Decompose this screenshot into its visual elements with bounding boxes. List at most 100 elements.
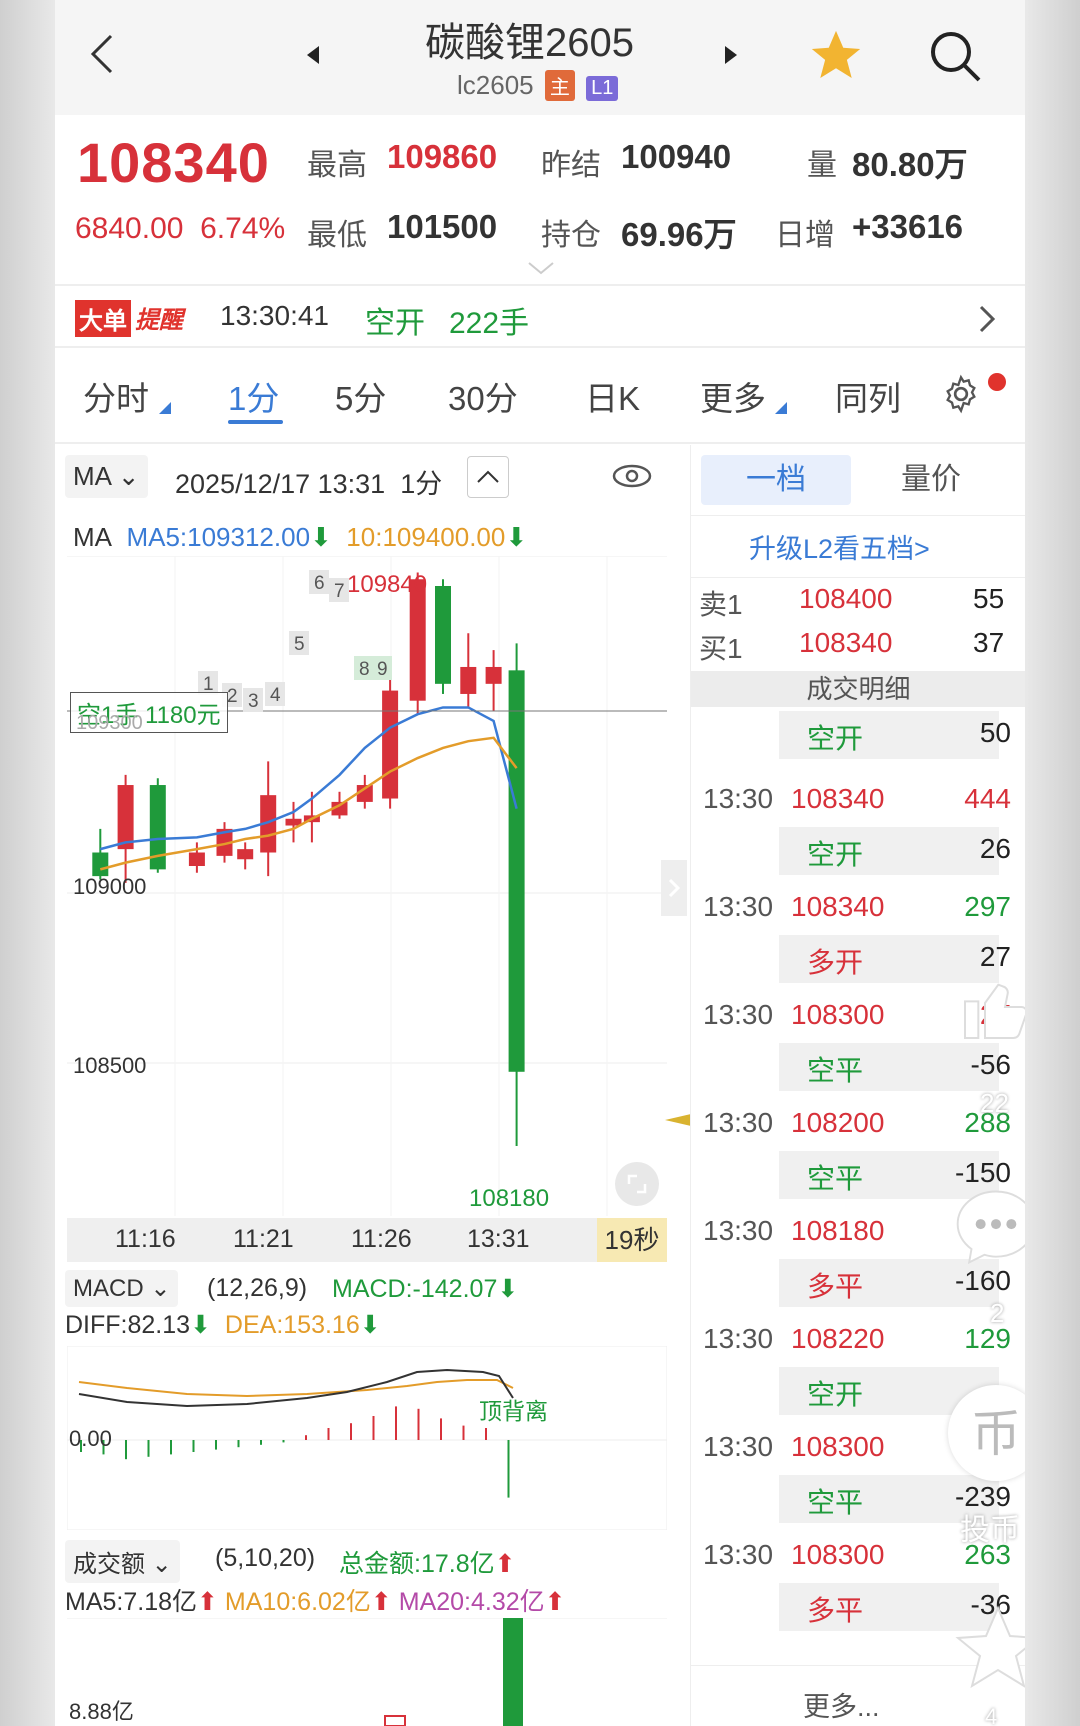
deal-time: 13:30 [703, 1323, 774, 1354]
high-price-label: 109840 [347, 571, 427, 598]
star-favorite-icon[interactable] [807, 26, 865, 84]
thumbs-up-icon [964, 983, 1025, 1039]
time-tick: 13:31 [467, 1225, 530, 1253]
tab-more[interactable]: 更多 [700, 372, 766, 420]
prev-settle-label: 昨结 [541, 149, 601, 182]
next-contract-icon[interactable] [723, 44, 739, 66]
deal-type: 空平 [807, 1055, 864, 1086]
upgrade-l2-link[interactable]: 升级L2看五档> [749, 527, 930, 566]
macd-select[interactable]: MACD ⌄ [65, 1270, 179, 1307]
panel-toggle[interactable] [661, 860, 687, 916]
tab-volume-price[interactable]: 量价 [851, 455, 1011, 505]
bid1-qty: 37 [973, 627, 1005, 658]
page-title: 碳酸锂2605 [425, 21, 634, 65]
low-value: 101500 [387, 208, 498, 245]
turnover-total-wrap: 总金额:17.8亿⬆ [339, 1544, 516, 1580]
deal-detail-header: 成交明细 [691, 671, 1025, 707]
coin-button[interactable]: 币 [948, 1385, 1025, 1481]
dea-value: DEA:153.16 [224, 1311, 360, 1339]
alert-type: 空开 [365, 307, 425, 340]
alert-time: 13:30:41 [220, 300, 329, 331]
deal-time: 13:30 [703, 999, 774, 1030]
kline-chart[interactable]: 109840 108180 109000 108500 12 3 456 78 9 [67, 556, 667, 1256]
period-text: 1分 [400, 469, 443, 499]
prev-settle-value: 100940 [621, 138, 732, 175]
deal-price: 108340 [791, 891, 885, 922]
candle-body [485, 666, 502, 684]
kline-grid [67, 556, 667, 1216]
up-arrow-icon: ⬆ [197, 1588, 218, 1616]
like-button[interactable] [955, 968, 1025, 1048]
tab-5min[interactable]: 5分 [335, 372, 386, 420]
prev-contract-icon[interactable] [305, 44, 321, 66]
big-order-alert[interactable]: 大单 提醒 13:30:41 空开 222手 [55, 286, 1025, 346]
level-badge: L1 [586, 76, 619, 101]
tooltip-price: 109300 [76, 712, 143, 734]
deal-type: 空开 [807, 839, 864, 870]
time-tick: 11:26 [351, 1225, 412, 1253]
time-tick: 11:21 [233, 1225, 294, 1253]
zero-label: 0.00 [69, 1426, 112, 1451]
divider [691, 577, 1025, 578]
macd-diff-dea: DIFF:82.13⬇ DEA:153.16⬇ [65, 1310, 381, 1340]
code-text: lc2605 [457, 70, 534, 100]
collapse-button[interactable] [467, 456, 509, 498]
tab-daily[interactable]: 日K [585, 372, 640, 420]
turnover-params: (5,10,20) [215, 1544, 316, 1572]
high-value: 109860 [387, 138, 498, 175]
macd-value-wrap: MACD:-142.07⬇ [332, 1274, 518, 1304]
tab-level1[interactable]: 一档 [701, 455, 851, 505]
tab-same-column[interactable]: 同列 [835, 372, 901, 420]
chevron-right-icon [979, 305, 996, 333]
gear-icon[interactable] [941, 374, 981, 414]
ma-select[interactable]: MA ⌄ [65, 455, 148, 498]
svg-text:币: 币 [971, 1406, 1021, 1462]
fullscreen-button[interactable] [615, 1162, 659, 1206]
ask1-price: 108400 [799, 583, 893, 614]
high-label: 最高 [307, 149, 367, 182]
dropdown-corner-icon [775, 402, 787, 414]
candle-body [435, 586, 451, 684]
ma-legend-label: MA [73, 522, 112, 552]
expand-chevron-icon[interactable] [527, 260, 555, 276]
deal-type: 空开 [807, 1379, 864, 1410]
favorite-star-icon[interactable] [950, 1600, 1025, 1696]
divider [691, 515, 1025, 516]
eye-icon[interactable] [611, 462, 653, 490]
turnover-ma10: MA10:6.02亿 [224, 1588, 371, 1616]
deal-time: 13:30 [703, 1215, 774, 1246]
up-arrow-icon: ⬆ [370, 1588, 392, 1616]
annotation-number: 7 [334, 581, 345, 602]
candle-body [92, 852, 109, 877]
candle-body [508, 670, 525, 1072]
deal-time: 13:30 [703, 1539, 774, 1570]
open-interest-value: 69.96万 [621, 216, 737, 253]
ma5-value: MA5:109312.00 [126, 522, 311, 552]
macd-chart: 0.00 顶背离 [67, 1346, 667, 1530]
candle-body [188, 852, 205, 866]
macd-params: (12,26,9) [207, 1274, 308, 1302]
turnover-select[interactable]: 成交额 ⌄ [65, 1540, 180, 1583]
like-count: 22 [980, 1088, 1009, 1118]
divergence-signal: 顶背离 [479, 1398, 548, 1424]
tab-1min[interactable]: 1分 [228, 372, 279, 420]
expand-icon [627, 1174, 647, 1194]
deal-type: 空平 [807, 1487, 864, 1518]
coin-label: 投币 [960, 1514, 1020, 1547]
ma-select-label: MA [73, 461, 111, 491]
candle-body [460, 666, 477, 694]
comment-button[interactable] [950, 1180, 1025, 1272]
tab-timeshare[interactable]: 分时 [83, 372, 149, 420]
deal-time: 13:30 [703, 783, 774, 814]
ma-legend: MA MA5:109312.00⬇ 10:109400.00⬇ [73, 522, 527, 553]
countdown-badge: 19秒 [597, 1218, 667, 1262]
tab-30min[interactable]: 30分 [448, 372, 518, 420]
back-icon[interactable] [87, 32, 117, 76]
more-deals-link[interactable]: 更多... [803, 1685, 880, 1724]
deal-delta: 26 [979, 833, 1011, 864]
change-value: 6840.00 [75, 212, 184, 245]
candle-body [382, 690, 399, 799]
annotation-number: 2 [227, 686, 238, 707]
search-icon[interactable] [927, 28, 983, 84]
daily-change-value: +33616 [852, 208, 964, 245]
